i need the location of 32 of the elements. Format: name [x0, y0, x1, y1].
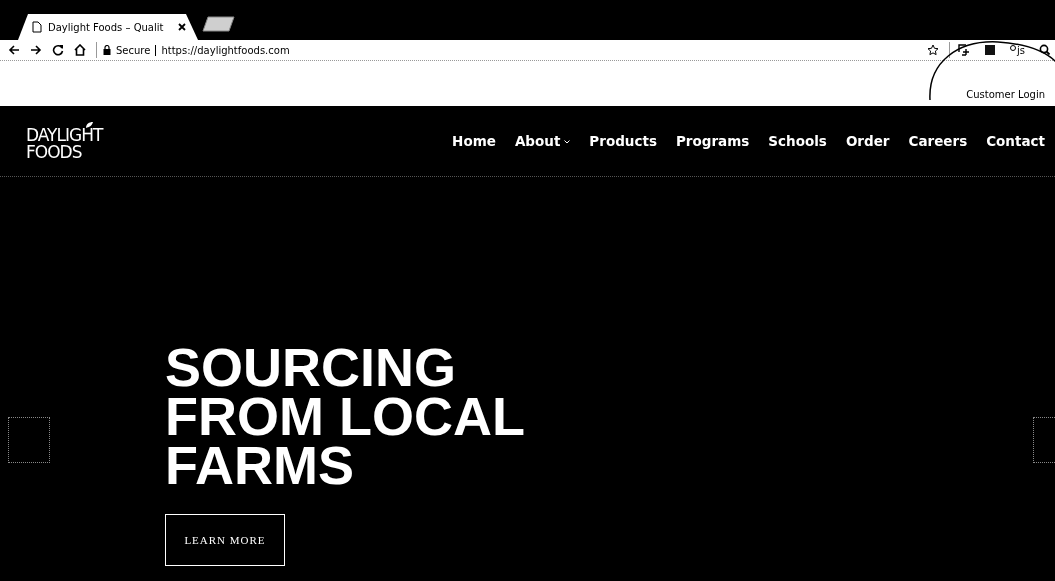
- security-label: Secure: [116, 44, 151, 56]
- nav-link[interactable]: Home: [452, 133, 496, 149]
- close-icon[interactable]: [178, 23, 186, 31]
- page-icon: [32, 21, 42, 33]
- nav-link[interactable]: Order: [845, 133, 890, 149]
- magnifier-icon[interactable]: [1039, 44, 1051, 56]
- nav-link[interactable]: Products: [589, 133, 657, 149]
- url-text: https://daylightfoods.com: [161, 44, 290, 56]
- customer-login-link[interactable]: Customer Login: [966, 89, 1045, 100]
- logo-text: DAYLIGHT: [26, 127, 103, 144]
- home-icon[interactable]: [74, 44, 86, 56]
- hero-headline: SOURCING FROM LOCAL FARMS: [165, 343, 525, 490]
- nav-link[interactable]: Contact: [986, 133, 1045, 149]
- slider-prev-button[interactable]: [8, 417, 50, 463]
- nav-link[interactable]: About: [514, 133, 571, 149]
- reload-icon[interactable]: [52, 44, 64, 56]
- back-icon[interactable]: [8, 44, 20, 56]
- learn-more-button[interactable]: LEARN MORE: [165, 514, 285, 566]
- forward-icon[interactable]: [30, 44, 42, 56]
- browser-tab[interactable]: Daylight Foods – Qualit: [18, 14, 198, 40]
- square-icon[interactable]: [984, 44, 996, 56]
- new-tab-button[interactable]: [202, 16, 236, 32]
- star-icon[interactable]: [927, 44, 939, 56]
- logo-text: FOODS: [26, 144, 83, 161]
- leaf-icon: [84, 121, 94, 129]
- lock-icon: [103, 45, 111, 55]
- nav-link[interactable]: Careers: [908, 133, 968, 149]
- address-field[interactable]: Secure https://daylightfoods.com: [96, 42, 939, 58]
- crop-icon[interactable]: [958, 44, 970, 56]
- nav-link[interactable]: Schools: [768, 133, 827, 149]
- nav-link[interactable]: Programs: [675, 133, 750, 149]
- tab-title: Daylight Foods – Qualit: [48, 21, 164, 33]
